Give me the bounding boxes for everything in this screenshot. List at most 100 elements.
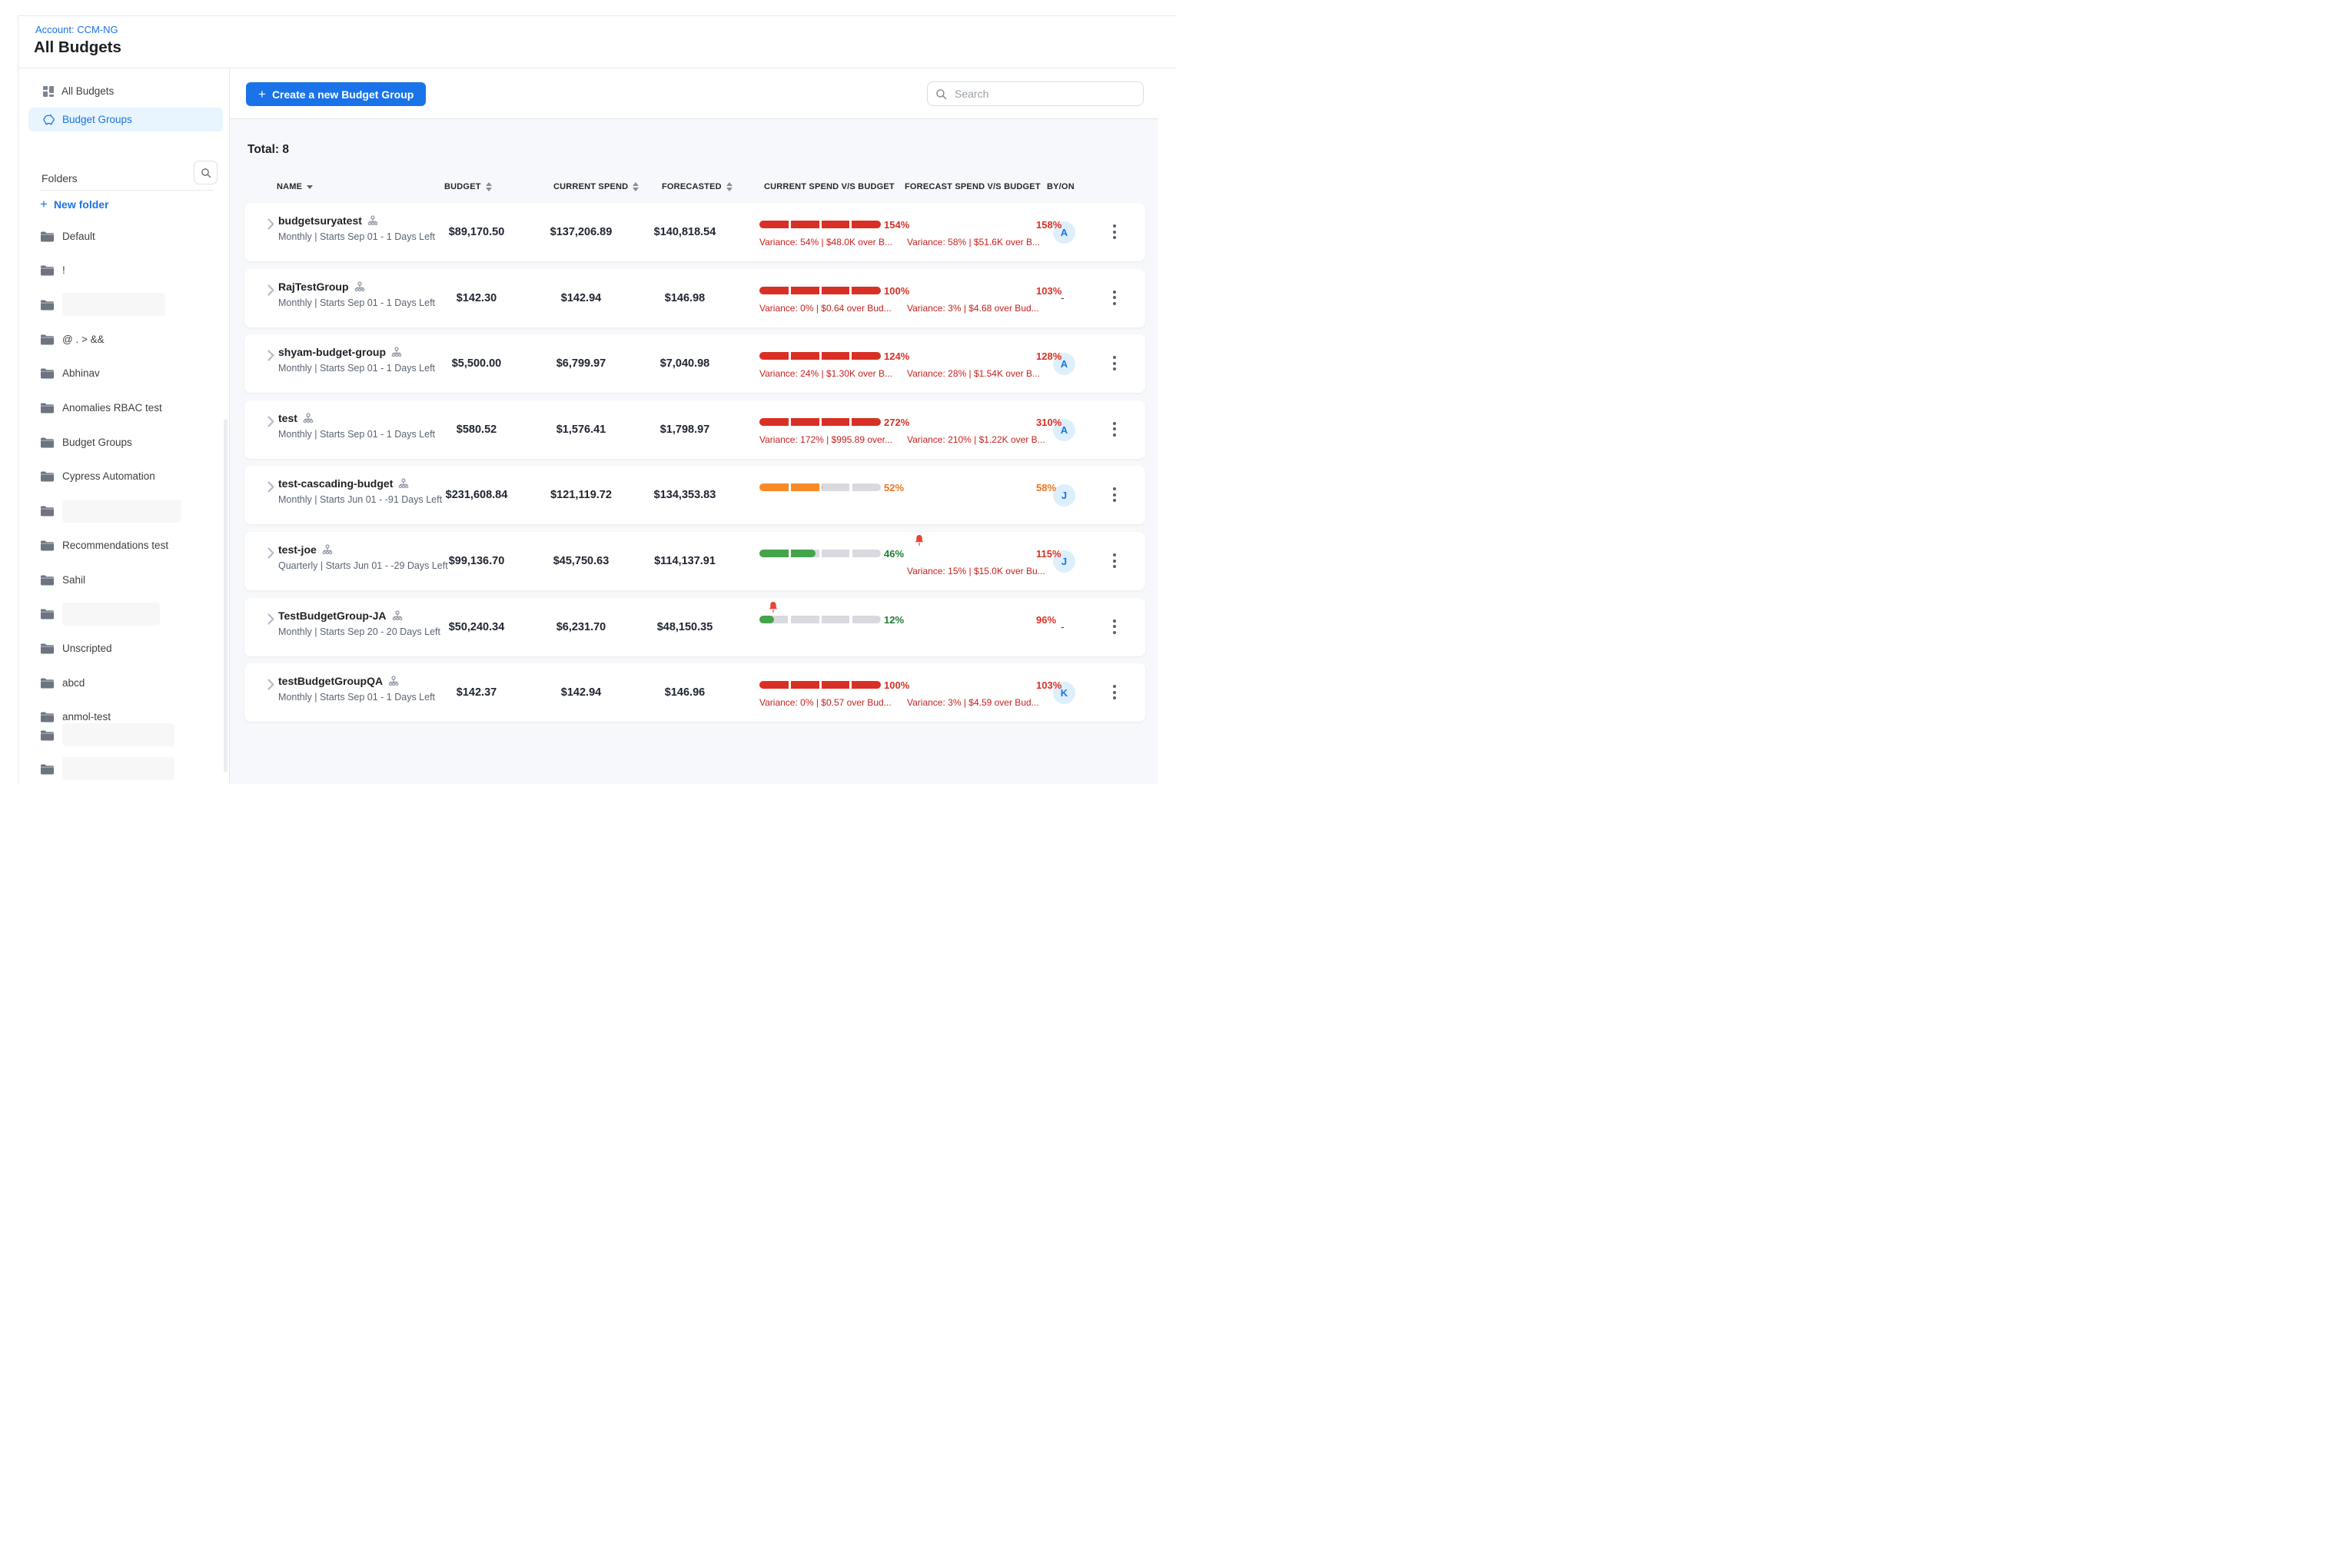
sidebar-item-budget-groups[interactable]: Budget Groups (28, 108, 223, 131)
folder-icon (40, 677, 55, 689)
folder-item[interactable]: Sahil (40, 568, 85, 591)
chevron-right-icon[interactable] (267, 416, 274, 431)
folder-icon (40, 264, 55, 276)
name-cell: testBudgetGroupQA Monthly | Starts Sep 0… (278, 675, 435, 703)
new-folder-label: New folder (54, 198, 109, 211)
folder-item[interactable] (40, 757, 174, 780)
folder-item[interactable] (40, 603, 160, 626)
kebab-menu-icon[interactable] (1108, 223, 1121, 241)
bell-icon (915, 534, 924, 550)
account-breadcrumb-link[interactable]: Account: CCM-NG (35, 24, 118, 35)
table-row: RajTestGroup Monthly | Starts Sep 01 - 1… (244, 269, 1145, 327)
budget-group-name[interactable]: test-cascading-budget (278, 477, 393, 490)
chevron-right-icon[interactable] (267, 218, 274, 234)
current-spend-value: $137,206.89 (535, 226, 627, 238)
folder-icon (40, 505, 55, 517)
folder-icon (40, 402, 55, 414)
budget-group-name[interactable]: testBudgetGroupQA (278, 675, 383, 687)
bar-segment-gap (819, 483, 822, 492)
name-cell: test-joe Quarterly | Starts Jun 01 - -29… (278, 543, 448, 571)
kebab-menu-icon[interactable] (1108, 289, 1121, 307)
bar-segment-gap (789, 615, 791, 624)
name-cell: TestBudgetGroup-JA Monthly | Starts Sep … (278, 610, 440, 637)
chevron-right-icon[interactable] (267, 284, 274, 300)
folder-icon (40, 299, 55, 311)
current-vs-budget-bar (759, 418, 881, 426)
kebab-menu-icon[interactable] (1108, 683, 1121, 701)
folder-item[interactable]: Anomalies RBAC test (40, 397, 162, 420)
create-budget-group-button[interactable]: + Create a new Budget Group (246, 82, 426, 106)
bar-segment-gap (849, 680, 852, 689)
hierarchy-icon (322, 544, 333, 555)
folder-name: ! (62, 264, 65, 276)
column-header-current-spend[interactable]: CURRENT SPEND (553, 182, 639, 191)
folder-item[interactable] (40, 500, 181, 523)
kebab-menu-icon[interactable] (1108, 618, 1121, 636)
column-header-name[interactable]: NAME (277, 182, 313, 191)
chevron-right-icon[interactable] (267, 613, 274, 629)
search-box[interactable] (927, 81, 1144, 106)
folder-item[interactable]: Unscripted (40, 636, 112, 659)
chevron-right-icon[interactable] (267, 350, 274, 365)
column-header-forecast-spend-v-s-budget: FORECAST SPEND V/S BUDGET (905, 182, 1041, 191)
table-row: TestBudgetGroup-JA Monthly | Starts Sep … (244, 598, 1145, 656)
current-variance-text: Variance: 24% | $1.30K over B... (759, 368, 892, 379)
folder-icon (40, 437, 55, 448)
folder-item[interactable]: Budget Groups (40, 430, 132, 453)
chevron-right-icon[interactable] (267, 481, 274, 497)
chevron-right-icon[interactable] (267, 679, 274, 694)
budget-group-name[interactable]: RajTestGroup (278, 281, 349, 293)
kebab-menu-icon[interactable] (1108, 420, 1121, 438)
bar-segment-gap (849, 417, 852, 427)
sort-arrows-icon (726, 182, 733, 191)
folder-item[interactable] (40, 293, 165, 316)
folder-icon (40, 470, 55, 482)
budget-value: $50,240.34 (430, 621, 523, 633)
current-variance-text: Variance: 0% | $0.64 over Bud... (759, 303, 892, 314)
folder-item[interactable]: @ . > && (40, 327, 105, 350)
sidebar-item-all-budgets[interactable]: All Budgets (28, 79, 223, 103)
kebab-menu-icon[interactable] (1108, 552, 1121, 570)
kebab-menu-icon[interactable] (1108, 486, 1121, 503)
budget-group-name[interactable]: test-joe (278, 543, 317, 556)
bar-segment-gap (906, 548, 909, 559)
folder-search-button[interactable] (194, 161, 218, 184)
current-variance-text: Variance: 0% | $0.57 over Bud... (759, 697, 892, 708)
folder-icon (40, 729, 55, 741)
folder-item[interactable]: abcd (40, 671, 85, 694)
column-label: NAME (277, 182, 302, 191)
current-spend-value: $142.94 (535, 686, 627, 699)
budget-group-name[interactable]: shyam-budget-group (278, 346, 386, 358)
search-input[interactable] (953, 87, 1135, 101)
column-header-budget[interactable]: BUDGET (444, 182, 492, 191)
budget-group-name[interactable]: TestBudgetGroup-JA (278, 610, 387, 622)
folder-item[interactable] (40, 723, 174, 746)
piggy-bank-icon (42, 114, 55, 125)
current-vs-budget-bar (759, 221, 881, 228)
budget-value: $231,608.84 (430, 489, 523, 501)
folder-name: Anomalies RBAC test (62, 402, 162, 414)
folder-item[interactable]: ! (40, 259, 65, 282)
new-folder-button[interactable]: + New folder (40, 198, 109, 211)
chevron-right-icon[interactable] (267, 547, 274, 563)
kebab-menu-icon[interactable] (1108, 354, 1121, 372)
folder-item[interactable]: Default (40, 224, 95, 247)
budget-group-name[interactable]: test (278, 412, 297, 424)
folder-item[interactable]: Abhinav (40, 362, 100, 385)
bar-segment-gap (819, 351, 822, 360)
column-header-forecasted[interactable]: FORECASTED (662, 182, 733, 191)
bar-segment-gap (849, 351, 852, 360)
forecast-variance-text: Variance: 28% | $1.54K over B... (907, 368, 1040, 379)
sort-arrows-icon (633, 182, 639, 191)
folder-name: Unscripted (62, 643, 112, 654)
current-vs-budget-percent: 12% (884, 614, 904, 626)
budget-value: $99,136.70 (430, 555, 523, 567)
table-row: testBudgetGroupQA Monthly | Starts Sep 0… (244, 663, 1145, 722)
budget-group-name[interactable]: budgetsuryatest (278, 214, 362, 227)
sidebar-scrollbar[interactable] (224, 419, 228, 772)
create-button-label: Create a new Budget Group (272, 88, 414, 101)
folder-item[interactable]: Cypress Automation (40, 465, 155, 488)
folder-icon (40, 540, 55, 551)
folder-item[interactable]: Recommendations test (40, 533, 168, 556)
forecast-vs-budget-percent: 128% (1036, 350, 1061, 362)
